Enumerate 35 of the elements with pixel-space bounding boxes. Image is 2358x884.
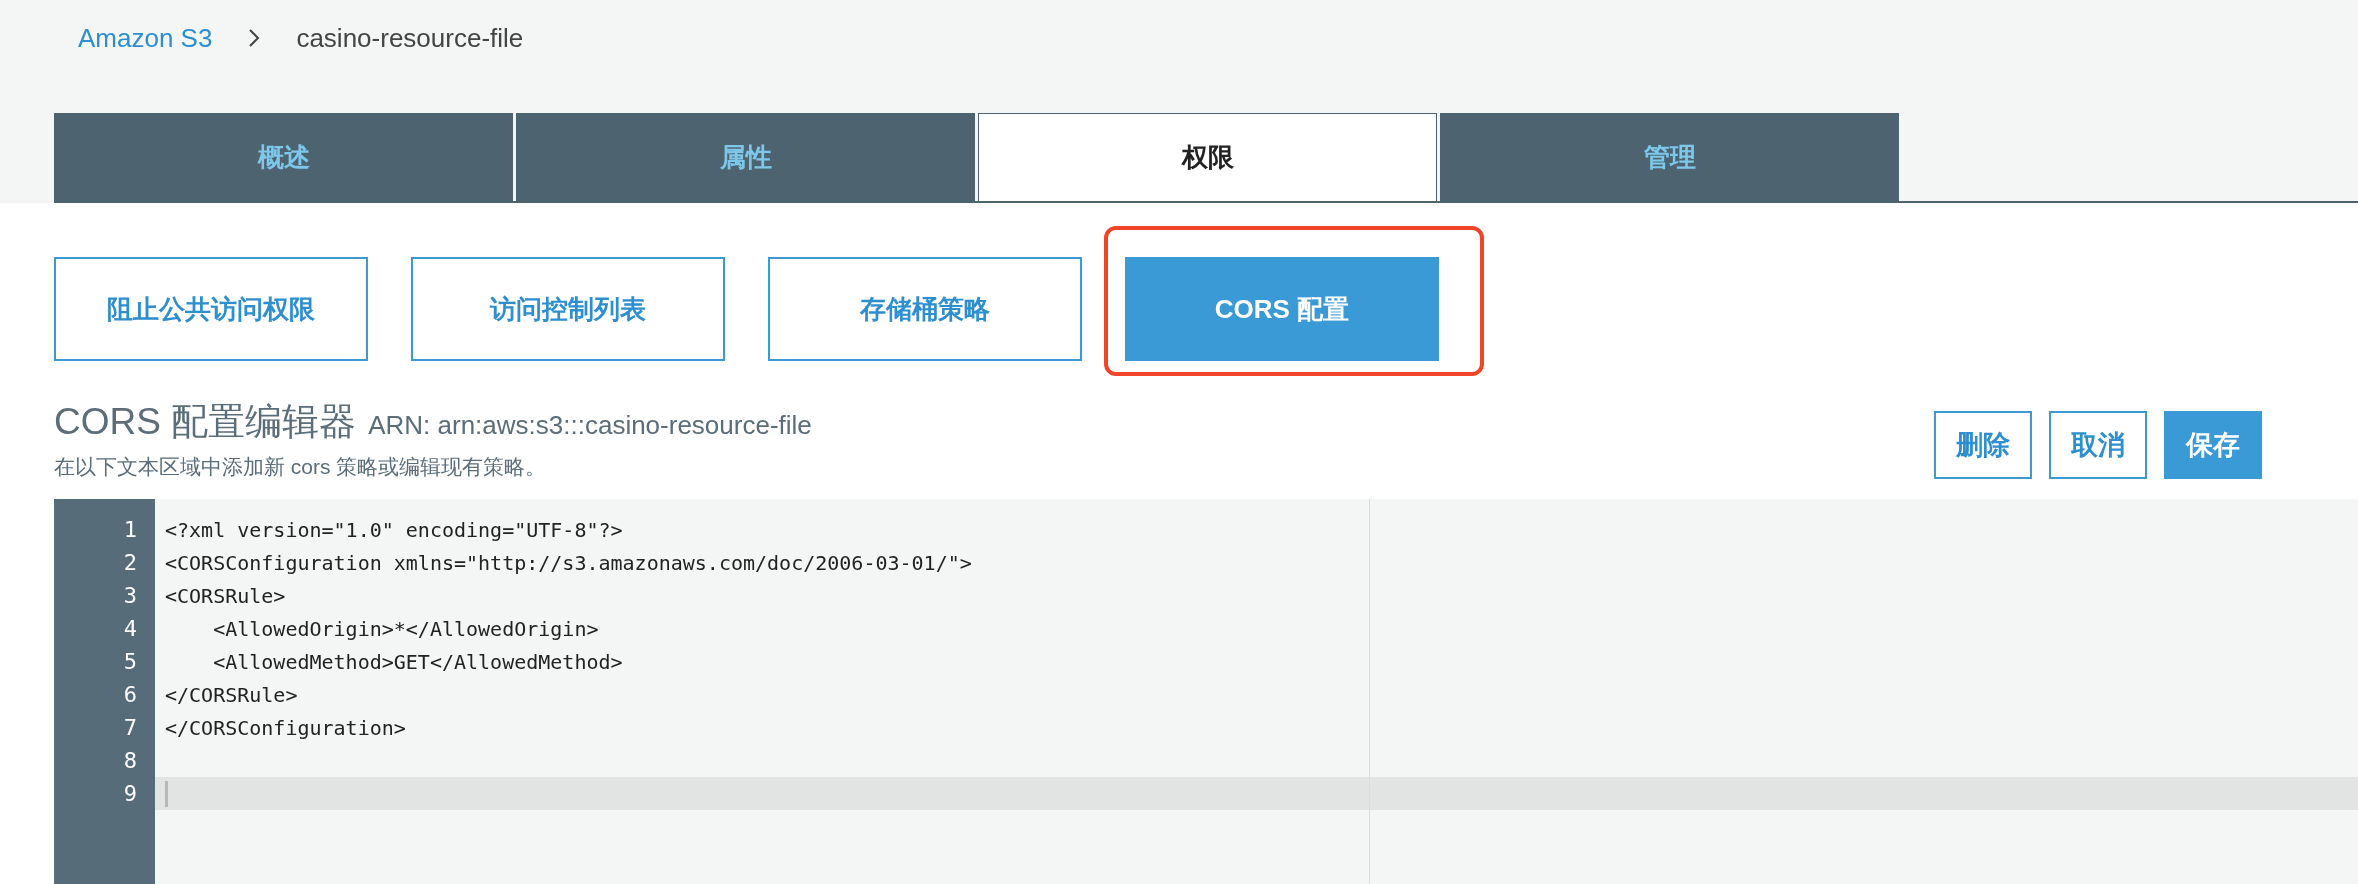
- line-number: 5: [122, 648, 138, 676]
- tab[interactable]: 概述: [54, 113, 513, 201]
- code-line: <AllowedOrigin>*</AllowedOrigin>: [212, 616, 599, 641]
- line-number: 8: [122, 747, 138, 775]
- arn-text: ARN: arn:aws:s3:::casino-resource-file: [368, 410, 812, 441]
- tab[interactable]: 权限: [978, 113, 1437, 201]
- sub-tab[interactable]: 存储桶策略: [768, 257, 1082, 361]
- action-button[interactable]: 删除: [1934, 411, 2032, 479]
- sub-tab[interactable]: 阻止公共访问权限: [54, 257, 368, 361]
- line-number: 4: [122, 615, 138, 643]
- line-number: 6: [122, 681, 138, 709]
- code-line: <CORSConfiguration xmlns="http://s3.amazonaws.com/doc/2006-03-01/">: [165, 550, 972, 575]
- tab[interactable]: 管理: [1440, 113, 1899, 201]
- breadcrumb-current: casino-resource-file: [296, 22, 524, 54]
- code-line: <CORSRule>: [165, 583, 286, 608]
- save-button[interactable]: 保存: [2164, 411, 2262, 479]
- breadcrumb-link[interactable]: Amazon S3: [78, 22, 213, 54]
- chevron-icon: [248, 28, 261, 48]
- code-line: </CORSConfiguration>: [165, 715, 406, 740]
- line-number: 2: [122, 549, 138, 577]
- line-number: 9: [122, 780, 138, 808]
- tab[interactable]: 属性: [516, 113, 975, 201]
- code-line: <?xml version="1.0" encoding="UTF-8"?>: [165, 517, 623, 542]
- editor-description: 在以下文本区域中添加新 cors 策略或编辑现有策略。: [54, 454, 548, 480]
- line-number: 7: [122, 714, 138, 742]
- editor-title: CORS 配置编辑器: [54, 400, 357, 444]
- action-button[interactable]: 取消: [2049, 411, 2147, 479]
- line-number: 3: [122, 582, 138, 610]
- line-number: 1: [122, 516, 138, 544]
- sub-tab[interactable]: CORS 配置: [1125, 257, 1439, 361]
- code-editor[interactable]: [54, 499, 2358, 884]
- code-line: <AllowedMethod>GET</AllowedMethod>: [212, 649, 623, 674]
- sub-tab[interactable]: 访问控制列表: [411, 257, 725, 361]
- code-line: </CORSRule>: [165, 682, 298, 707]
- text-cursor: [165, 780, 168, 807]
